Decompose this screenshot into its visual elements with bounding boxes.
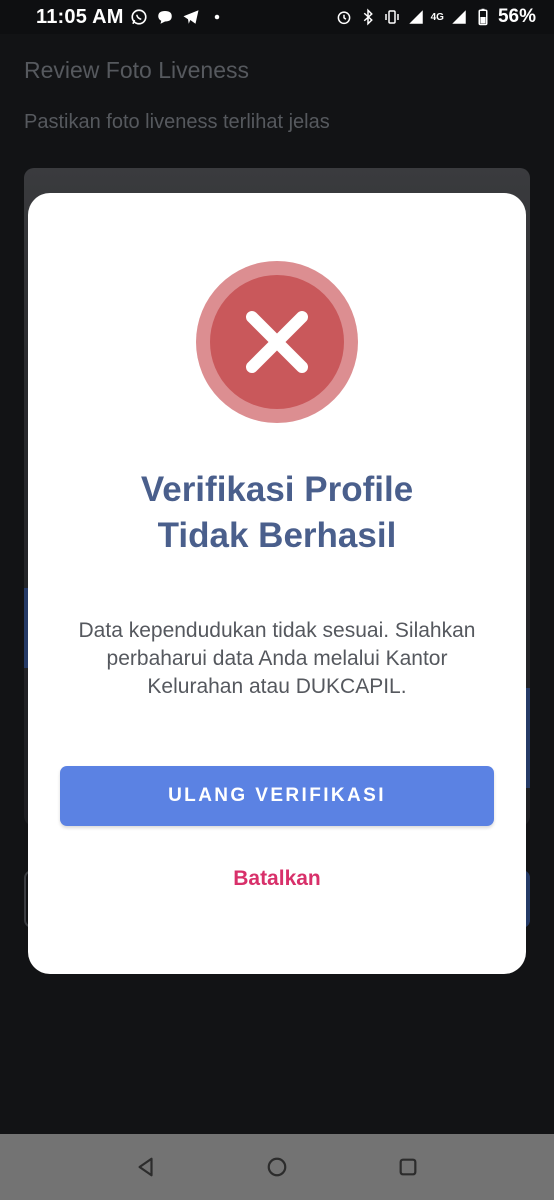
alarm-icon bbox=[335, 8, 353, 26]
retry-verification-button[interactable]: ULANG VERIFIKASI bbox=[60, 766, 494, 826]
signal-icon bbox=[407, 8, 425, 26]
dot-icon bbox=[208, 8, 226, 26]
battery-icon bbox=[474, 8, 492, 26]
battery-percent: 56% bbox=[497, 6, 536, 27]
error-badge bbox=[196, 261, 358, 423]
vibrate-icon bbox=[383, 8, 401, 26]
notification-icons bbox=[130, 8, 226, 26]
dialog-title-line1: Verifikasi Profile bbox=[140, 470, 414, 509]
error-x-icon bbox=[210, 275, 344, 409]
verification-failed-dialog: Verifikasi Profile Tidak Berhasil Data k… bbox=[28, 193, 526, 974]
home-icon[interactable] bbox=[264, 1154, 290, 1180]
signal-icon bbox=[450, 8, 468, 26]
dialog-title: Verifikasi Profile Tidak Berhasil bbox=[28, 467, 526, 559]
chat-bubble-icon bbox=[156, 8, 174, 26]
telegram-icon bbox=[182, 8, 200, 26]
system-icons: 4G 56% bbox=[335, 6, 536, 28]
network-type-label: 4G bbox=[430, 11, 444, 23]
page-subtitle: Pastikan foto liveness terlihat jelas bbox=[24, 111, 330, 133]
bluetooth-icon bbox=[359, 8, 377, 26]
dialog-title-line2: Tidak Berhasil bbox=[157, 516, 397, 555]
page-title: Review Foto Liveness bbox=[24, 57, 249, 83]
dialog-message: Data kependudukan tidak sesuai. Silahkan… bbox=[78, 619, 476, 698]
recents-icon[interactable] bbox=[395, 1154, 421, 1180]
whatsapp-icon bbox=[130, 8, 148, 26]
navigation-bar bbox=[0, 1134, 554, 1200]
status-time: 11:05 AM bbox=[36, 5, 124, 28]
cancel-button[interactable]: Batalkan bbox=[28, 867, 526, 891]
back-icon[interactable] bbox=[133, 1154, 159, 1180]
status-bar: 11:05 AM 4G 56% bbox=[0, 0, 554, 34]
